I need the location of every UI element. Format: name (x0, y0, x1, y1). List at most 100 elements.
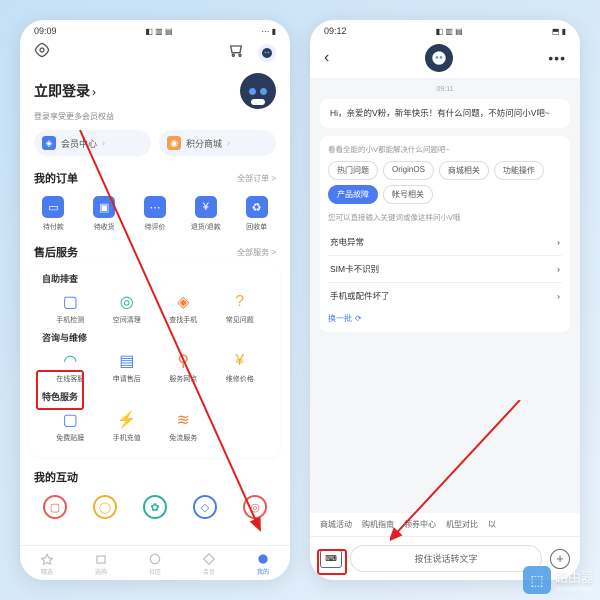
data-icon: ≋ (174, 411, 192, 429)
status-icons: ◧ ▥ ▤ (145, 27, 172, 36)
keyboard-icon[interactable]: ⌨ (320, 550, 342, 568)
space-clean[interactable]: ◎空间清理 (101, 293, 154, 325)
voice-input[interactable]: 按住说话转文字 (350, 545, 542, 572)
chip-originos[interactable]: OriginOS (383, 161, 434, 180)
clean-icon: ◎ (118, 293, 136, 311)
tab-mine[interactable]: 我的 (256, 552, 270, 576)
tag-guide[interactable]: 购机指南 (362, 519, 394, 530)
chevron-right-icon: › (557, 291, 560, 301)
tab-bar: 精选 选购 社区 会员 我的 (20, 545, 290, 580)
order-pending-pay[interactable]: ▭待付款 (30, 196, 77, 232)
recycle-icon: ♻ (246, 196, 268, 218)
member-center-pill[interactable]: ◈ 会员中心› (34, 130, 151, 156)
interact-row: ▢ ◯ ✿ ◇ ◎ (20, 489, 290, 521)
tag-more[interactable]: 以 (488, 519, 496, 530)
orders-title: 我的订单 (34, 170, 78, 186)
chip-function[interactable]: 功能操作 (494, 161, 544, 180)
status-bar: 09:12 ◧ ▥ ▤ ⬒ ▮ (310, 20, 580, 38)
back-icon[interactable]: ‹ (324, 49, 329, 67)
refresh-button[interactable]: 换一批 ⟳ (328, 313, 562, 324)
free-film[interactable]: ▢免费贴膜 (44, 411, 97, 443)
phone-test[interactable]: ▢手机检测 (44, 293, 97, 325)
tag-coupon[interactable]: 领券中心 (404, 519, 436, 530)
status-bar: 09:09 ◧ ▥ ▤ ⋯ ▮ (20, 20, 290, 38)
free-data[interactable]: ≋免流服务 (157, 411, 210, 443)
coin-icon: ◉ (167, 136, 181, 150)
interact-2[interactable]: ◯ (93, 495, 117, 519)
self-check-label: 自助排查 (34, 270, 276, 289)
suggestion-bubble: 看看全能的小V都能解决什么问题吧~ 热门问题 OriginOS 商城相关 功能操… (320, 136, 570, 332)
diamond-icon: ◈ (42, 136, 56, 150)
chat-timestamp: 09:11 (320, 86, 570, 93)
avatar-small-icon[interactable] (258, 44, 276, 62)
recharge[interactable]: ⚡手机充值 (101, 411, 154, 443)
bot-avatar-icon (425, 44, 453, 72)
order-pending-review[interactable]: ⋯待评价 (132, 196, 179, 232)
location-icon: ⚲ (174, 352, 192, 370)
chip-hot[interactable]: 热门问题 (328, 161, 378, 180)
hint-1: 看看全能的小V都能解决什么问题吧~ (328, 144, 562, 155)
online-service[interactable]: ◠在线客服 (44, 352, 97, 384)
phone-left: 09:09 ◧ ▥ ▤ ⋯ ▮ 立即登录› (20, 20, 290, 580)
special-label: 特色服务 (34, 388, 276, 407)
points-mall-pill[interactable]: ◉ 积分商城› (159, 130, 276, 156)
faq[interactable]: ?常见问题 (214, 293, 267, 325)
settings-icon[interactable] (34, 42, 50, 63)
status-right: ⬒ ▮ (552, 27, 566, 36)
chevron-right-icon: › (92, 85, 96, 99)
more-icon[interactable]: ••• (548, 50, 566, 66)
form-icon: ▤ (118, 352, 136, 370)
phone-right: 09:12 ◧ ▥ ▤ ⬒ ▮ ‹ ••• 09:11 Hi，亲爱的V粉，新年快… (310, 20, 580, 580)
service-point[interactable]: ⚲服务网点 (157, 352, 210, 384)
chevron-right-icon: › (557, 264, 560, 274)
film-icon: ▢ (61, 411, 79, 429)
login-title[interactable]: 立即登录 (34, 83, 90, 99)
refresh-icon: ⟳ (355, 314, 362, 323)
aftersale-more[interactable]: 全部服务 > (237, 247, 276, 258)
quick-tags: 商城活动 购机指南 领券中心 机型对比 以 (310, 513, 580, 536)
status-time: 09:09 (34, 26, 57, 36)
locate-icon: ◈ (174, 293, 192, 311)
order-recycle[interactable]: ♻回收单 (233, 196, 280, 232)
link-broken[interactable]: 手机或配件坏了› (328, 282, 562, 309)
recharge-icon: ⚡ (118, 411, 136, 429)
chip-fault[interactable]: 产品故障 (328, 185, 378, 204)
price-icon: ¥ (231, 352, 249, 370)
tag-activity[interactable]: 商城活动 (320, 519, 352, 530)
tab-community[interactable]: 社区 (148, 552, 162, 576)
wallet-icon: ▭ (42, 196, 64, 218)
box-icon: ▣ (93, 196, 115, 218)
question-icon: ? (231, 293, 249, 311)
cart-icon[interactable] (228, 42, 244, 63)
order-refund[interactable]: ¥退货/退款 (182, 196, 229, 232)
tab-shop[interactable]: 选购 (94, 552, 108, 576)
interact-5[interactable]: ◎ (243, 495, 267, 519)
tab-member[interactable]: 会员 (202, 552, 216, 576)
phone-icon: ▢ (61, 293, 79, 311)
tab-featured[interactable]: 精选 (40, 552, 54, 576)
interact-1[interactable]: ▢ (43, 495, 67, 519)
hint-2: 您可以直接输入关键词或像这样问小V哦 (328, 212, 562, 223)
status-icons: ◧ ▥ ▤ (436, 27, 463, 36)
watermark: ⬚ 路由器 luyouqi.com (523, 566, 594, 594)
tag-compare[interactable]: 机型对比 (446, 519, 478, 530)
consult-label: 咨询与维修 (34, 329, 276, 348)
status-time: 09:12 (324, 26, 347, 36)
interact-3[interactable]: ✿ (143, 495, 167, 519)
login-subtitle: 登录享受更多会员权益 (20, 111, 290, 130)
greeting-bubble: Hi，亲爱的V粉，新年快乐！有什么问题，不妨问问小V吧~ (320, 99, 570, 128)
repair-price[interactable]: ¥维修价格 (214, 352, 267, 384)
order-pending-ship[interactable]: ▣待收货 (81, 196, 128, 232)
chat-icon: ⋯ (144, 196, 166, 218)
interact-4[interactable]: ◇ (193, 495, 217, 519)
interact-title: 我的互动 (34, 469, 78, 485)
apply-aftersale[interactable]: ▤申请售后 (101, 352, 154, 384)
orders-more[interactable]: 全部订单 > (237, 173, 276, 184)
avatar-large-icon[interactable] (240, 73, 276, 109)
link-charge[interactable]: 充电异常› (328, 229, 562, 255)
chip-mall[interactable]: 商城相关 (439, 161, 489, 180)
chip-account[interactable]: 帐号相关 (383, 185, 433, 204)
link-sim[interactable]: SIM卡不识别› (328, 255, 562, 282)
status-right: ⋯ ▮ (261, 27, 276, 36)
find-phone[interactable]: ◈查找手机 (157, 293, 210, 325)
